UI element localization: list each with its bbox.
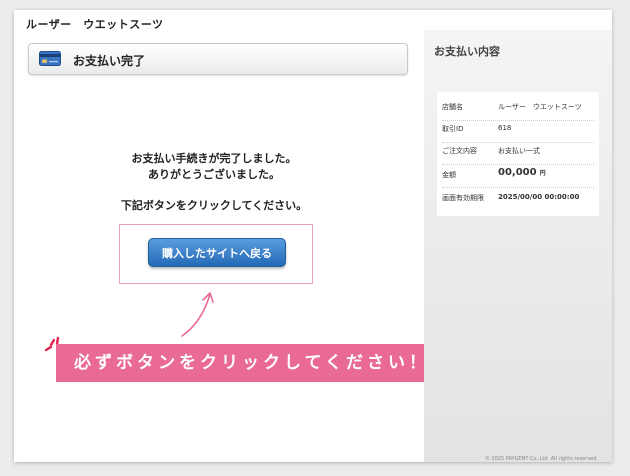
sidebar-title: お支払い内容 <box>434 45 500 58</box>
main-panel: ルーザー ウエットスーツ お支払い完了 お支払い手続きが完了しました。 ありがと… <box>14 10 448 462</box>
payment-summary-sidebar: お支払い内容 店舗名 ルーザー ウエットスーツ 取引ID 618 ご注文内容 お… <box>424 30 612 462</box>
detail-label: 画面有効期限 <box>442 194 484 202</box>
copyright-footer: © 2025 PAYGENT Co.,Ltd. All rights reser… <box>484 456 598 462</box>
detail-label: 金額 <box>442 171 456 179</box>
pointer-arrow-icon <box>181 292 214 337</box>
detail-value: お支払い一式 <box>498 147 540 155</box>
payment-details-table: 店舗名 ルーザー ウエットスーツ 取引ID 618 ご注文内容 お支払い一式 金… <box>437 92 599 216</box>
detail-value: ルーザー ウエットスーツ <box>498 103 582 111</box>
detail-label: 店舗名 <box>442 103 463 111</box>
detail-label: 取引ID <box>442 125 464 133</box>
detail-value: 2025/00/00 00:00:00 <box>498 193 580 201</box>
completion-header: お支払い完了 <box>28 43 408 75</box>
detail-value: 618 <box>498 124 512 132</box>
detail-row-amount: 金額 00,000 円 <box>442 167 594 188</box>
detail-row-expiry: 画面有効期限 2025/00/00 00:00:00 <box>442 193 594 207</box>
completion-message-line2: ありがとうございました。 <box>148 168 280 181</box>
instruction-text: 下記ボタンをクリックしてください。 <box>120 199 308 212</box>
return-to-site-button[interactable]: 購入したサイトへ戻る <box>148 238 286 267</box>
shop-name: ルーザー ウエットスーツ <box>26 18 164 31</box>
detail-row-order: ご注文内容 お支払い一式 <box>442 146 594 165</box>
detail-label: ご注文内容 <box>442 147 477 155</box>
button-highlight-box: 購入したサイトへ戻る <box>119 224 313 284</box>
currency-unit: 円 <box>539 170 546 177</box>
click-reminder-banner: 必ずボタンをクリックしてください！ <box>56 344 448 382</box>
page-title: お支払い完了 <box>73 54 146 68</box>
detail-row-shop: 店舗名 ルーザー ウエットスーツ <box>442 102 594 121</box>
completion-message-line1: お支払い手続きが完了しました。 <box>131 152 297 165</box>
payment-page: ルーザー ウエットスーツ お支払い完了 お支払い手続きが完了しました。 ありがと… <box>14 10 612 462</box>
detail-row-transaction-id: 取引ID 618 <box>442 124 594 143</box>
amount-value: 00,000 円 <box>498 167 546 178</box>
amount-number: 00,000 <box>498 167 537 178</box>
credit-card-icon <box>39 51 61 66</box>
